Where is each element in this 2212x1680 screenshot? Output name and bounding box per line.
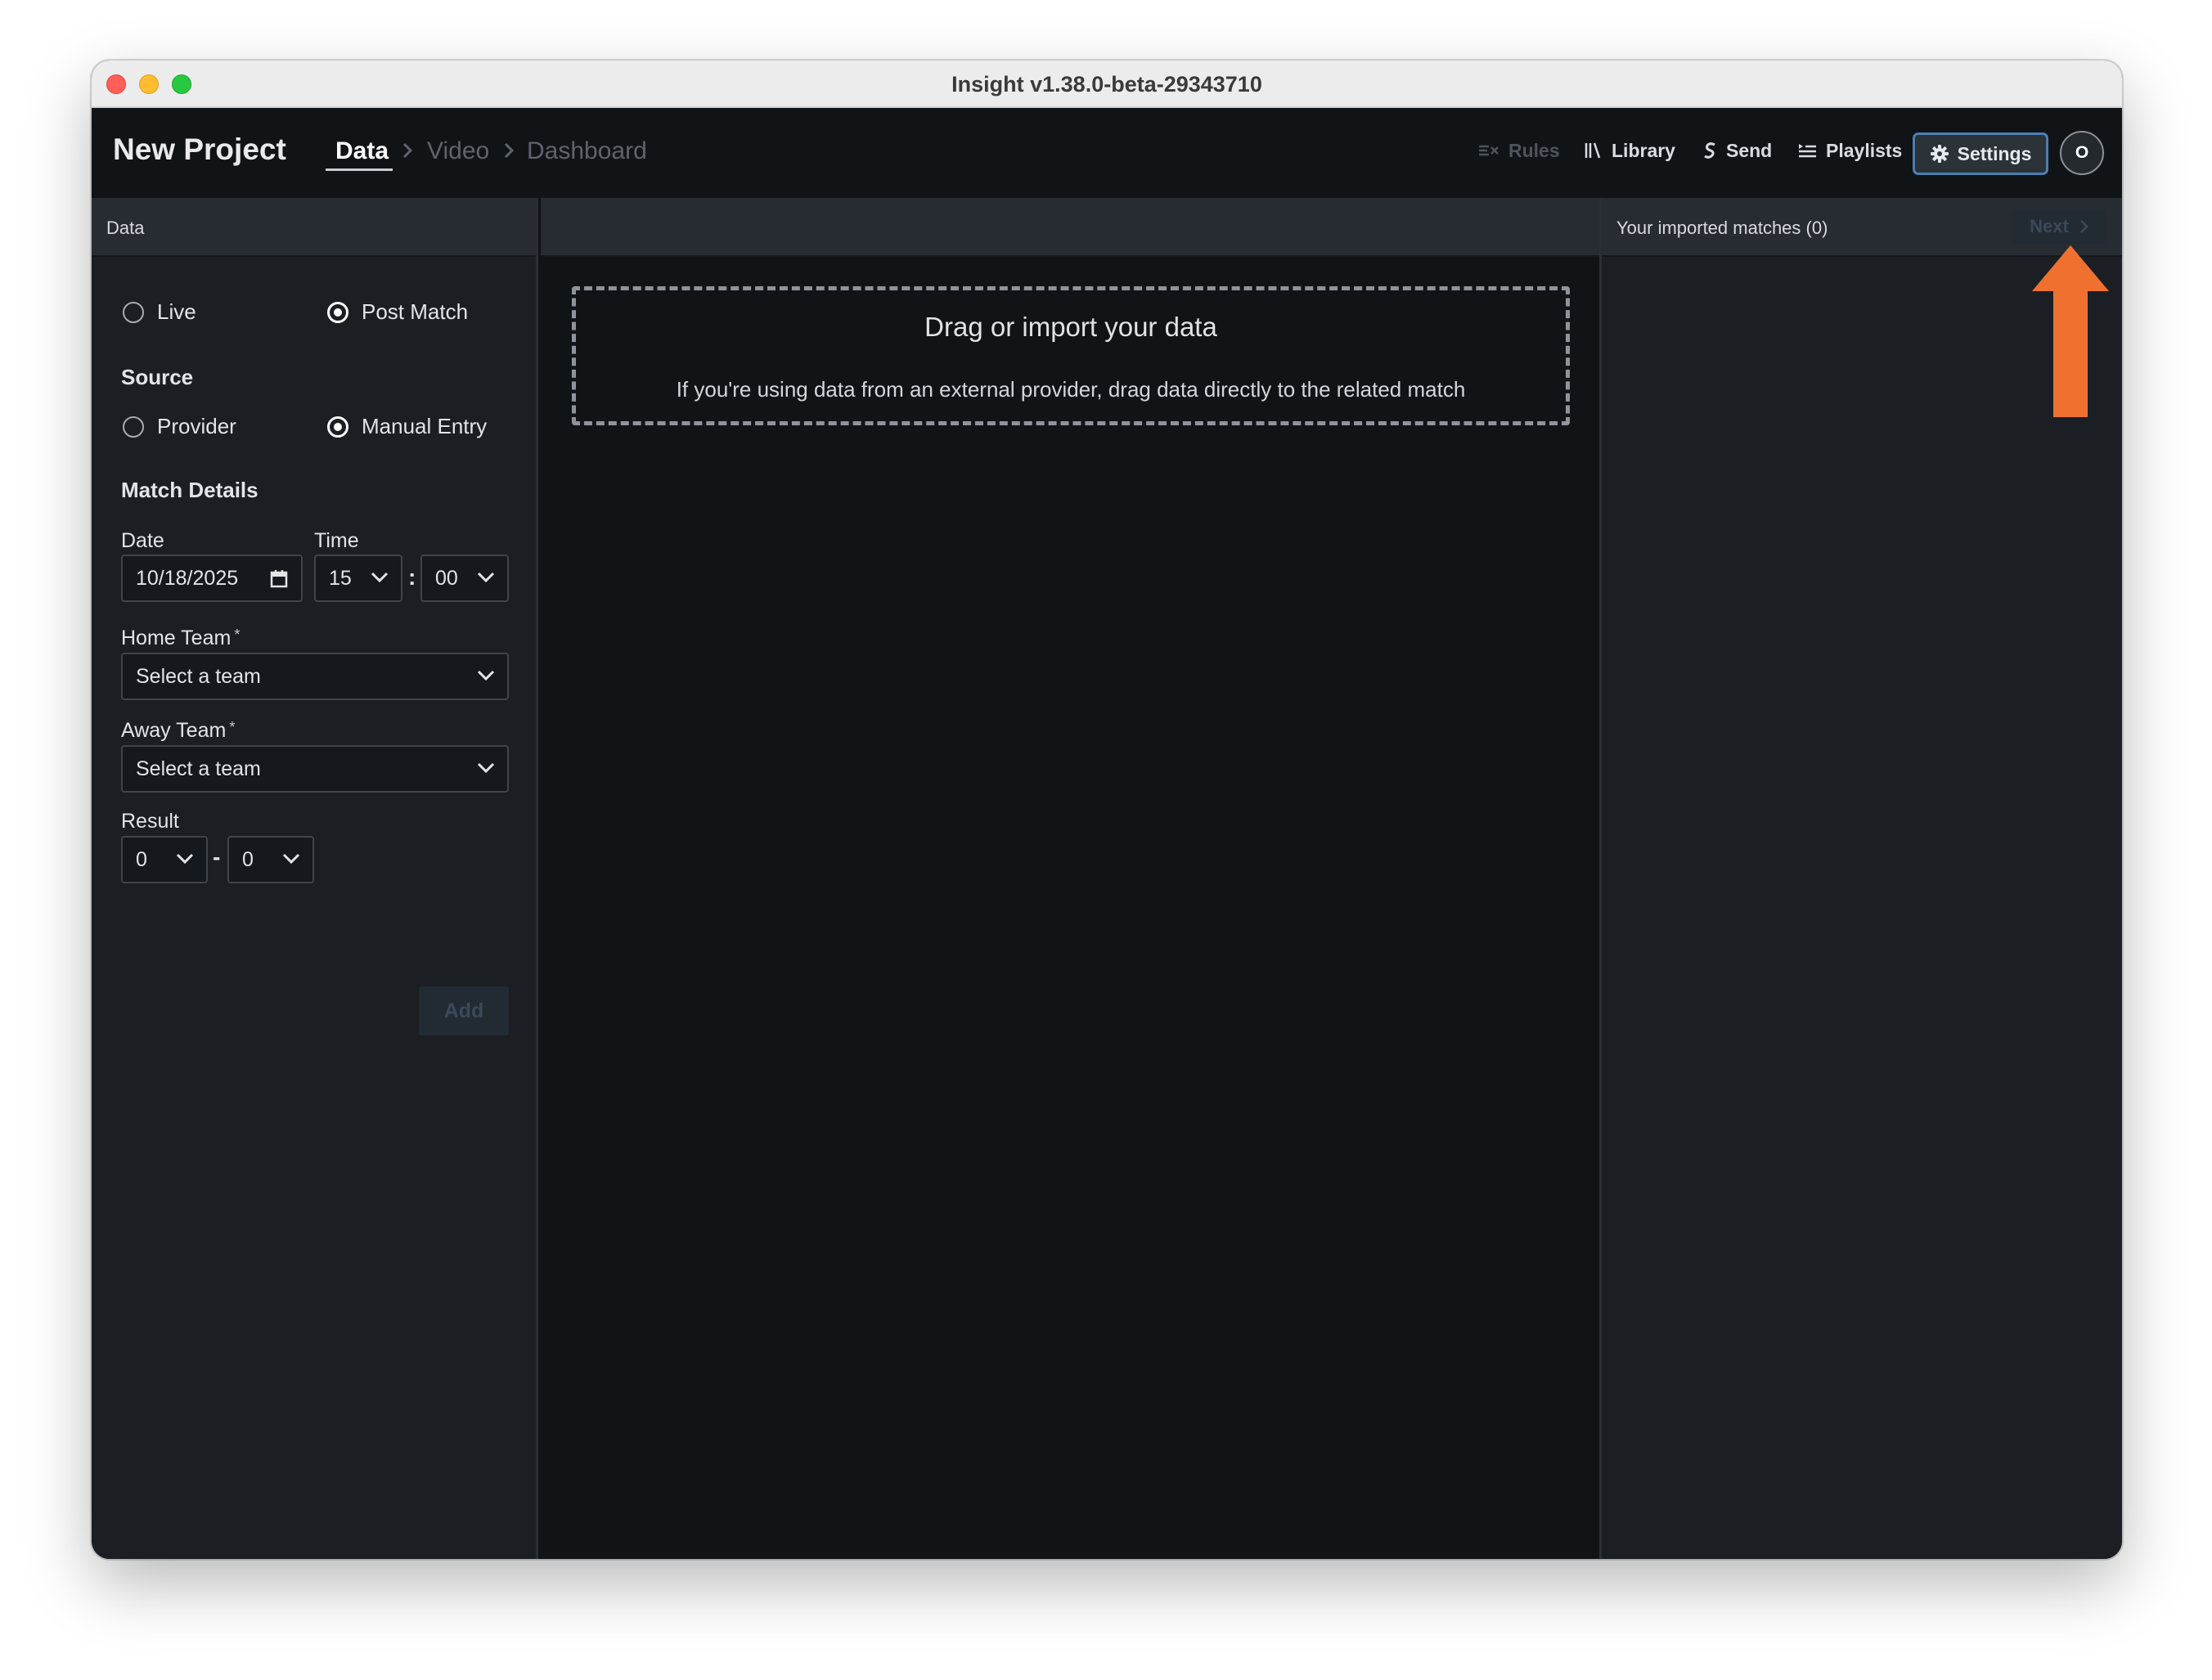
away-score-value: 0 xyxy=(242,847,254,871)
next-button[interactable]: Next xyxy=(2012,209,2106,244)
next-label: Next xyxy=(2030,216,2069,236)
breadcrumb-data[interactable]: Data xyxy=(335,137,389,165)
mode-live-label: Live xyxy=(157,299,196,324)
chevron-down-icon xyxy=(477,762,495,774)
arrow-up-icon xyxy=(2032,245,2109,417)
rules-icon xyxy=(1479,145,1499,156)
date-input[interactable]: 10/18/2025 xyxy=(121,555,303,602)
playlists-icon xyxy=(1799,144,1816,158)
chevron-right-icon xyxy=(504,142,515,159)
time-label: Time xyxy=(314,529,359,552)
playlists-label: Playlists xyxy=(1826,139,1903,161)
match-details-title: Match Details xyxy=(121,478,259,502)
send-button[interactable]: Send xyxy=(1702,133,1772,168)
source-manual-radio[interactable]: Manual Entry xyxy=(327,414,487,439)
away-team-select[interactable]: Select a team xyxy=(121,745,509,793)
minute-value: 00 xyxy=(435,566,458,590)
playlists-button[interactable]: Playlists xyxy=(1796,133,1902,168)
window-title: Insight v1.38.0-beta-29343710 xyxy=(951,72,1262,97)
dropzone-title: Drag or import your data xyxy=(924,312,1217,342)
home-team-label-text: Home Team xyxy=(121,627,232,649)
away-team-label-text: Away Team xyxy=(121,719,227,742)
add-match-button[interactable]: Add xyxy=(419,986,509,1035)
radio-checked-icon[interactable] xyxy=(327,416,348,438)
title-bar: Insight v1.38.0-beta-29343710 xyxy=(92,61,2122,108)
import-area-header xyxy=(541,198,1599,257)
chevron-down-icon xyxy=(176,853,194,865)
send-icon xyxy=(1704,142,1715,159)
source-title: Source xyxy=(121,365,194,389)
date-label: Date xyxy=(121,529,164,552)
home-team-label: Home Team * xyxy=(121,627,240,650)
chevron-down-icon xyxy=(477,572,495,583)
data-dropzone[interactable]: Drag or import your data If you're using… xyxy=(572,286,1570,425)
breadcrumb-video[interactable]: Video xyxy=(427,137,489,165)
date-value: 10/18/2025 xyxy=(136,566,239,590)
away-score-select[interactable]: 0 xyxy=(227,836,314,883)
chevron-right-icon xyxy=(402,142,413,159)
home-team-placeholder: Select a team xyxy=(136,664,261,688)
source-provider-label: Provider xyxy=(157,414,236,438)
minute-select[interactable]: 00 xyxy=(420,555,509,602)
mode-live-radio[interactable]: Live xyxy=(123,299,196,325)
library-icon xyxy=(1585,142,1601,159)
rules-button[interactable]: Rules xyxy=(1477,133,1560,168)
settings-label: Settings xyxy=(1957,142,2032,164)
library-button[interactable]: Library xyxy=(1584,133,1675,168)
data-entry-panel: Data Live Post Match Source Provider Man… xyxy=(92,198,538,1559)
result-label: Result xyxy=(121,810,179,833)
app-window: Insight v1.38.0-beta-29343710 New Projec… xyxy=(92,61,2122,1559)
away-team-placeholder: Select a team xyxy=(136,757,261,780)
rules-label: Rules xyxy=(1508,139,1560,161)
required-mark: * xyxy=(229,719,236,735)
project-name: New Project xyxy=(113,133,286,166)
hour-value: 15 xyxy=(329,566,352,590)
import-area: Drag or import your data If you're using… xyxy=(541,198,1599,1559)
mode-post-match-label: Post Match xyxy=(362,299,469,324)
avatar[interactable]: O xyxy=(2060,131,2104,175)
library-label: Library xyxy=(1612,139,1675,161)
radio-unchecked-icon[interactable] xyxy=(123,301,144,323)
send-label: Send xyxy=(1726,139,1773,161)
chevron-right-icon xyxy=(2079,220,2088,233)
radio-checked-icon[interactable] xyxy=(327,301,348,323)
calendar-icon[interactable] xyxy=(270,569,288,589)
source-manual-label: Manual Entry xyxy=(362,414,488,438)
chevron-down-icon xyxy=(371,572,389,583)
chevron-down-icon xyxy=(477,670,495,681)
home-score-select[interactable]: 0 xyxy=(121,836,208,883)
home-score-value: 0 xyxy=(136,847,147,871)
mode-post-match-radio[interactable]: Post Match xyxy=(327,299,468,325)
imported-matches-title: Your imported matches (0) xyxy=(1616,218,1828,238)
hour-select[interactable]: 15 xyxy=(314,555,402,602)
source-provider-radio[interactable]: Provider xyxy=(123,414,236,439)
home-team-select[interactable]: Select a team xyxy=(121,653,509,700)
gear-icon xyxy=(1930,145,1949,163)
away-team-label: Away Team * xyxy=(121,719,235,743)
chevron-down-icon xyxy=(282,853,300,865)
app-header: New Project Data Video Dashboard Rules L… xyxy=(92,108,2122,198)
required-mark: * xyxy=(234,627,241,643)
radio-unchecked-icon[interactable] xyxy=(123,416,144,438)
panel-header: Data xyxy=(92,198,536,257)
settings-button[interactable]: Settings xyxy=(1913,133,2048,175)
score-separator: - xyxy=(213,844,221,869)
time-separator: : xyxy=(408,564,416,590)
active-tab-indicator xyxy=(326,168,393,171)
dropzone-subtitle: If you're using data from an external pr… xyxy=(676,377,1466,402)
breadcrumb-dashboard[interactable]: Dashboard xyxy=(527,137,647,165)
